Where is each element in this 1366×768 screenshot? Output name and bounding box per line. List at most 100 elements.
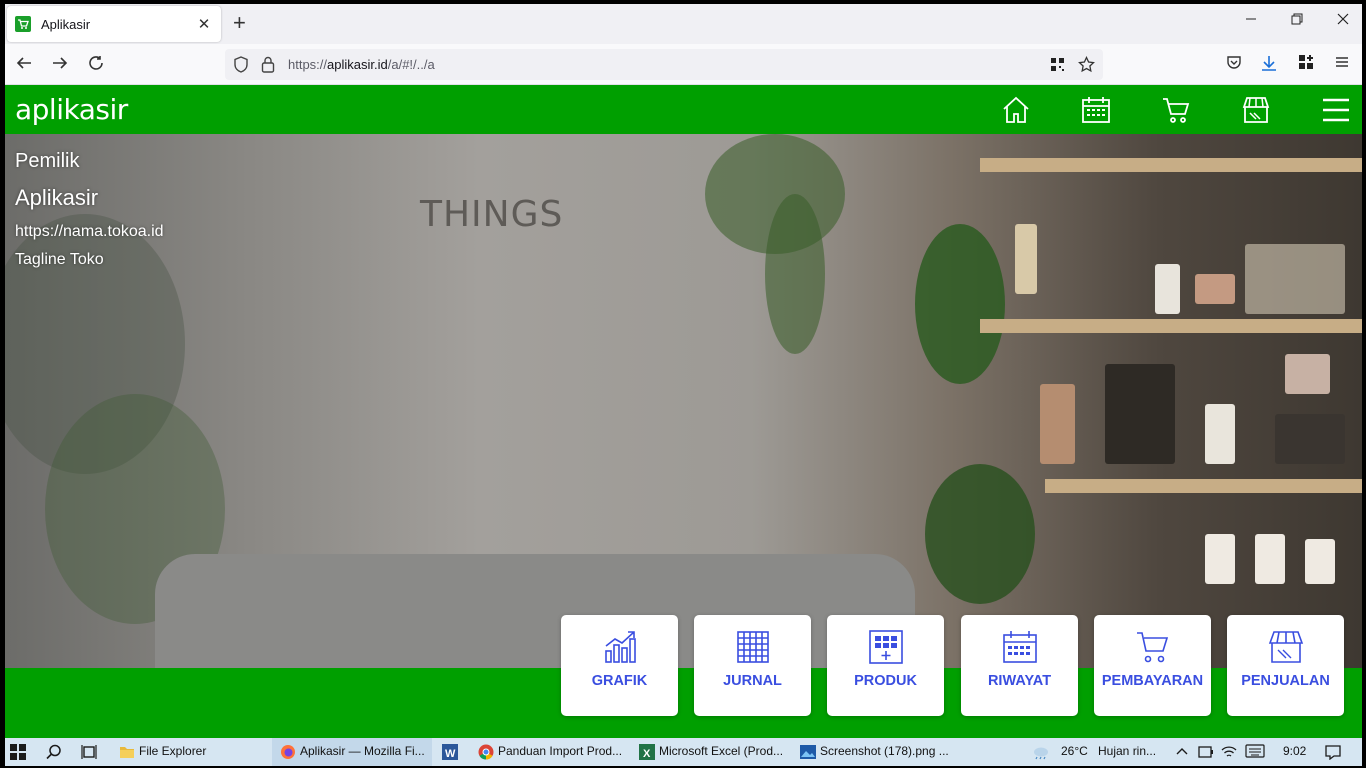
browser-tab[interactable]: Aplikasir ✕ xyxy=(7,6,221,42)
shelf-item xyxy=(1255,534,1285,584)
restore-icon[interactable] xyxy=(1291,12,1303,28)
web-page: aplikasir THINGS Pemilik Aplikasir https… xyxy=(5,85,1362,738)
menu-card-label: PRODUK xyxy=(854,673,917,689)
firefox-icon[interactable] xyxy=(280,744,296,760)
browser-window: Aplikasir ✕ + https://aplikasir.id/a/#!/… xyxy=(5,4,1362,738)
home-icon[interactable] xyxy=(1001,95,1031,125)
downloads-icon[interactable] xyxy=(1259,54,1279,74)
wall-sign: THINGS xyxy=(420,194,564,235)
menu-card-label: PEMBAYARAN xyxy=(1101,673,1204,689)
app-header: aplikasir xyxy=(5,85,1362,134)
forward-icon[interactable] xyxy=(50,54,70,74)
taskbar-screenshot[interactable]: Screenshot (178).png ... xyxy=(820,744,949,758)
menu-card-label: GRAFIK xyxy=(591,673,648,689)
menu-card-grafik[interactable]: GRAFIK xyxy=(561,615,678,716)
windows-start-icon[interactable] xyxy=(10,744,26,760)
back-icon[interactable] xyxy=(14,54,34,74)
menu-card-label: PENJUALAN xyxy=(1241,673,1330,689)
bookmark-star-icon[interactable] xyxy=(1078,55,1095,78)
shelf-item xyxy=(1105,364,1175,464)
menu-card-riwayat[interactable]: RIWAYAT xyxy=(961,615,1078,716)
taskbar: File Explorer Aplikasir — Mozilla Fi... … xyxy=(5,738,1362,766)
pocket-icon[interactable] xyxy=(1224,54,1244,74)
shelf-item xyxy=(1040,384,1075,464)
chart-icon xyxy=(604,631,636,663)
shelf-item xyxy=(1305,539,1335,584)
shelf-item xyxy=(1205,534,1235,584)
shelf-item xyxy=(1245,244,1345,314)
weather-icon[interactable] xyxy=(1032,744,1048,760)
owner-label: Pemilik xyxy=(15,150,80,172)
folder-icon[interactable] xyxy=(119,744,135,760)
reload-icon[interactable] xyxy=(86,54,106,74)
app-logo[interactable]: aplikasir xyxy=(15,93,128,126)
taskbar-chrome[interactable]: Panduan Import Prod... xyxy=(498,744,622,758)
menu-card-jurnal[interactable]: JURNAL xyxy=(694,615,811,716)
extensions-icon[interactable] xyxy=(1296,54,1316,74)
taskbar-excel[interactable]: Microsoft Excel (Prod... xyxy=(659,744,783,758)
menu-card-produk[interactable]: PRODUK xyxy=(827,615,944,716)
menu-card-pembayaran[interactable]: PEMBAYARAN xyxy=(1094,615,1211,716)
menu-card-label: RIWAYAT xyxy=(987,673,1052,689)
close-window-icon[interactable] xyxy=(1337,12,1349,28)
tab-close-icon[interactable]: ✕ xyxy=(195,15,213,33)
store-name: Aplikasir xyxy=(15,185,99,210)
svg-text:W: W xyxy=(445,748,456,760)
hanging-plant xyxy=(765,194,825,354)
cart-icon[interactable] xyxy=(1161,95,1191,125)
lock-icon[interactable] xyxy=(261,56,275,78)
taskbar-firefox[interactable]: Aplikasir — Mozilla Fi... xyxy=(300,744,425,758)
keyboard-icon[interactable] xyxy=(1245,744,1265,760)
url-bar[interactable]: https://aplikasir.id/a/#!/../a xyxy=(225,49,1103,80)
shelf-plant xyxy=(915,224,1005,384)
tab-title: Aplikasir xyxy=(41,16,91,32)
excel-icon[interactable]: X xyxy=(639,744,655,760)
store-icon[interactable] xyxy=(1241,95,1271,125)
cart-icon xyxy=(1136,632,1168,663)
cart-favicon-icon xyxy=(15,16,31,32)
shelf-item xyxy=(1155,264,1180,314)
task-view-icon[interactable] xyxy=(81,744,97,760)
notification-icon[interactable] xyxy=(1325,744,1341,761)
weather-description[interactable]: Hujan rin... xyxy=(1098,744,1156,758)
product-grid-icon xyxy=(868,630,903,664)
new-tab-button[interactable]: + xyxy=(233,12,246,34)
taskbar-file-explorer[interactable]: File Explorer xyxy=(139,744,206,758)
shelf xyxy=(1045,479,1362,493)
store-icon xyxy=(1268,631,1303,663)
minimize-icon[interactable] xyxy=(1245,12,1257,28)
shelf-item xyxy=(1275,414,1345,464)
svg-text:X: X xyxy=(643,748,651,760)
menu-card-penjualan[interactable]: PENJUALAN xyxy=(1227,615,1344,716)
url-text[interactable]: https://aplikasir.id/a/#!/../a xyxy=(288,57,435,72)
store-url: https://nama.tokoa.id xyxy=(15,223,164,240)
shelf-item xyxy=(1195,274,1235,304)
shield-icon[interactable] xyxy=(233,56,249,78)
desktop: Aplikasir ✕ + https://aplikasir.id/a/#!/… xyxy=(0,0,1366,768)
calendar-icon[interactable] xyxy=(1081,95,1111,125)
tab-strip: Aplikasir ✕ + xyxy=(5,4,1362,44)
qr-code-icon[interactable] xyxy=(1050,57,1065,77)
chevron-up-icon[interactable] xyxy=(1175,744,1191,760)
chrome-icon[interactable] xyxy=(478,744,494,760)
weather-temperature[interactable]: 26°C xyxy=(1061,744,1088,758)
shelf-item xyxy=(1015,224,1037,294)
hamburger-menu-icon[interactable] xyxy=(1332,54,1352,74)
table-icon xyxy=(736,631,769,663)
hero-banner: THINGS Pemilik Aplikasir https://nama.to… xyxy=(5,134,1362,668)
shelf-item xyxy=(1285,354,1330,394)
battery-icon[interactable] xyxy=(1198,744,1214,760)
menu-icon[interactable] xyxy=(1321,95,1351,125)
word-icon[interactable]: W xyxy=(442,744,458,760)
menu-card-label: JURNAL xyxy=(723,673,782,689)
shelf xyxy=(980,319,1362,333)
store-tagline: Tagline Toko xyxy=(15,251,104,268)
shelf-plant xyxy=(925,464,1035,604)
wifi-icon[interactable] xyxy=(1221,744,1237,760)
search-icon[interactable] xyxy=(46,744,62,760)
shelf xyxy=(980,158,1362,172)
clock-time[interactable]: 9:02 xyxy=(1283,744,1306,758)
photos-icon[interactable] xyxy=(800,744,816,760)
calendar-icon xyxy=(1002,631,1037,663)
navigation-bar: https://aplikasir.id/a/#!/../a xyxy=(5,44,1362,85)
